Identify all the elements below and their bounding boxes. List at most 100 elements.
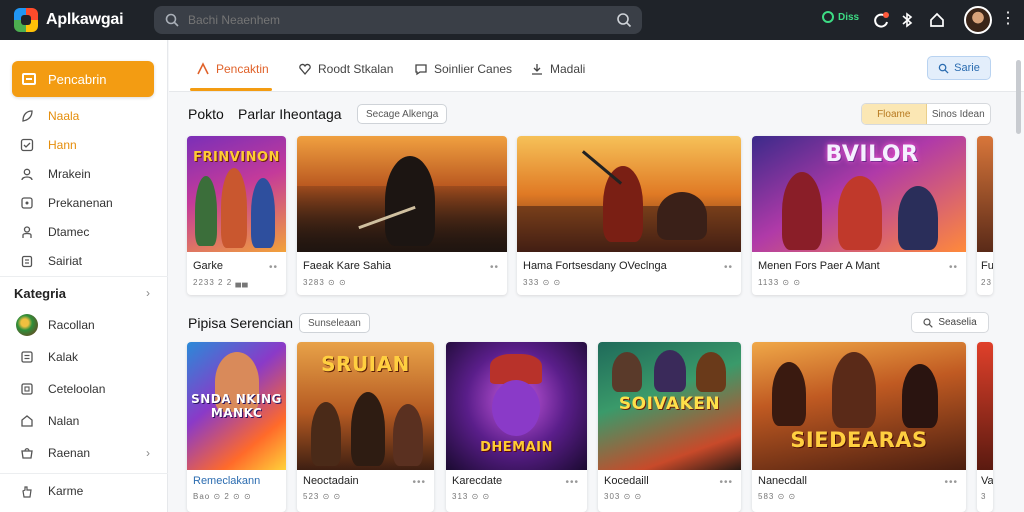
game-card[interactable]: Hama Fortsesdany OVeclnga •• 333 ⊙ ⊙ <box>517 136 741 295</box>
game-card[interactable]: SNDA NKING MANKC Remeclakann Bao ⊙ 2 ⊙ ⊙ <box>187 342 286 512</box>
vertical-scrollbar[interactable] <box>1014 56 1022 512</box>
section1-chip[interactable]: Secage Alkenga <box>357 104 448 124</box>
chevron-right-icon[interactable]: › <box>146 286 150 300</box>
refresh-icon[interactable] <box>872 11 890 29</box>
search-input[interactable] <box>188 13 608 27</box>
game-card[interactable]: Faeak Kare Sahia •• 3283 ⊙ ⊙ <box>297 136 507 295</box>
game-thumbnail: SIEDEARAS <box>752 342 966 470</box>
game-thumbnail: SNDA NKING MANKC <box>187 342 286 470</box>
heart-icon <box>299 63 311 76</box>
search-icon <box>923 317 934 328</box>
game-meta: 3283 ⊙ ⊙ <box>303 278 347 287</box>
game-art-title: BVILOR <box>825 142 919 167</box>
game-art-title: DHEMAIN <box>480 440 553 455</box>
game-card[interactable]: FRINVINON Garke •• 2233 2 2 ▄▄ <box>187 136 286 295</box>
section2-search-button[interactable]: Seaselia <box>911 312 989 333</box>
sidebar-item-2[interactable]: Hann <box>20 138 77 152</box>
game-card[interactable]: Fu 23 <box>977 136 993 295</box>
toggle-option-2[interactable]: Sinos Idean <box>927 104 991 124</box>
category-item-label: Ceteloolan <box>48 382 106 396</box>
tab-label: Roodt Stkalan <box>318 62 394 76</box>
category-item-1[interactable]: Racollan <box>16 314 95 336</box>
game-card[interactable]: SOIVAKEN Kocedaill ••• 303 ⊙ ⊙ <box>598 342 741 512</box>
tab-browse[interactable]: Pencaktin <box>196 62 269 76</box>
sidebar-item-active[interactable]: Pencabrin <box>12 61 154 97</box>
game-thumbnail <box>977 136 993 252</box>
category-item-6[interactable]: Karme <box>20 484 83 498</box>
logo-icon <box>14 8 38 32</box>
game-thumbnail <box>517 136 741 252</box>
sidebar-item-3[interactable]: Mrakein <box>20 167 91 181</box>
category-item-label: Kalak <box>48 350 79 364</box>
sidebar-item-5[interactable]: Dtamec <box>20 225 89 239</box>
search-button[interactable]: Sarie <box>927 56 991 80</box>
game-card[interactable]: Va 3 <box>977 342 993 512</box>
tab-label: Soinlier Canes <box>434 62 513 76</box>
game-art-title: SNDA NKING MANKC <box>191 392 282 420</box>
chevron-right-icon[interactable]: › <box>146 446 150 460</box>
game-card[interactable]: DHEMAIN Karecdate ••• 313 ⊙ ⊙ <box>446 342 587 512</box>
game-title: Fu <box>981 260 993 272</box>
game-art-title: SOIVAKEN <box>618 394 721 414</box>
bluetooth-icon[interactable] <box>898 11 916 29</box>
game-meta: Bao ⊙ 2 ⊙ ⊙ <box>193 492 252 501</box>
sidebar-divider <box>0 276 168 277</box>
sidebar-item-4[interactable]: Prekanenan <box>20 196 113 210</box>
sidebar-item-label: Naala <box>48 109 80 123</box>
sidebar-item-6[interactable]: Sairiat <box>20 254 82 268</box>
sidebar-item-1[interactable]: Naala <box>20 109 79 123</box>
app-logo[interactable]: Aplkawgai <box>14 8 154 32</box>
frame-icon <box>21 383 33 395</box>
home-icon[interactable] <box>928 11 946 29</box>
more-options-icon[interactable]: •• <box>724 262 733 273</box>
search-icon <box>165 13 179 27</box>
tab-favorites[interactable]: Roodt Stkalan <box>298 62 393 76</box>
category-item-5[interactable]: Raenan <box>20 446 90 460</box>
status-label: Diss <box>838 11 860 23</box>
search-submit-icon[interactable] <box>616 12 632 28</box>
game-title: Garke <box>193 260 223 272</box>
status-indicator[interactable]: Diss <box>822 11 859 23</box>
more-options-icon[interactable]: ••• <box>412 477 426 488</box>
game-title: Nanecdall <box>758 475 807 487</box>
game-title: Karecdate <box>452 475 503 487</box>
game-meta: 3 <box>981 492 987 501</box>
more-options-icon[interactable]: •• <box>949 262 958 273</box>
game-card[interactable]: BVILOR Menen Fors Paer A Mant •• 1133 ⊙ … <box>752 136 966 295</box>
more-options-icon[interactable]: ••• <box>565 477 579 488</box>
game-title: Remeclakann <box>193 475 261 487</box>
game-meta: 303 ⊙ ⊙ <box>604 492 643 501</box>
more-options-icon[interactable]: ••• <box>944 477 958 488</box>
category-item-3[interactable]: Ceteloolan <box>20 382 105 396</box>
square-icon <box>21 197 33 209</box>
more-options-icon[interactable]: ••• <box>719 477 733 488</box>
more-icon[interactable]: ⋮ <box>1000 10 1016 28</box>
search-bar[interactable] <box>154 6 642 34</box>
person-icon <box>22 226 32 238</box>
game-thumbnail <box>977 342 993 470</box>
tab-label: Pencaktin <box>216 62 269 76</box>
more-options-icon[interactable]: •• <box>490 262 499 273</box>
game-title: Menen Fors Paer A Mant <box>758 260 880 272</box>
game-thumbnail: SRUIAN <box>297 342 434 470</box>
toggle-option-1[interactable]: Floame <box>862 104 927 124</box>
user-avatar[interactable] <box>964 6 992 34</box>
scrollbar-thumb[interactable] <box>1016 60 1021 134</box>
game-meta: 1133 ⊙ ⊙ <box>758 278 802 287</box>
game-card[interactable]: SIEDEARAS Nanecdall ••• 583 ⊙ ⊙ <box>752 342 966 512</box>
category-item-4[interactable]: Nalan <box>20 414 79 428</box>
chat-icon <box>415 64 427 76</box>
game-card[interactable]: SRUIAN Neoctadain ••• 523 ⊙ ⊙ <box>297 342 434 512</box>
game-meta: 23 <box>981 278 992 287</box>
tab-messages[interactable]: Soinlier Canes <box>414 62 512 76</box>
section2-chip[interactable]: Sunseleaan <box>299 313 370 333</box>
sidebar-item-label: Dtamec <box>48 225 90 239</box>
hand-icon <box>22 486 32 498</box>
sidebar-active-label: Pencabrin <box>48 71 107 87</box>
more-options-icon[interactable]: •• <box>269 262 278 273</box>
sidebar-item-label: Mrakein <box>48 167 91 181</box>
category-item-2[interactable]: Kalak <box>20 350 78 364</box>
tab-downloads[interactable]: Madali <box>530 62 585 76</box>
triangle-icon <box>197 62 209 75</box>
section1-title: Parlar Iheontaga <box>238 106 342 122</box>
